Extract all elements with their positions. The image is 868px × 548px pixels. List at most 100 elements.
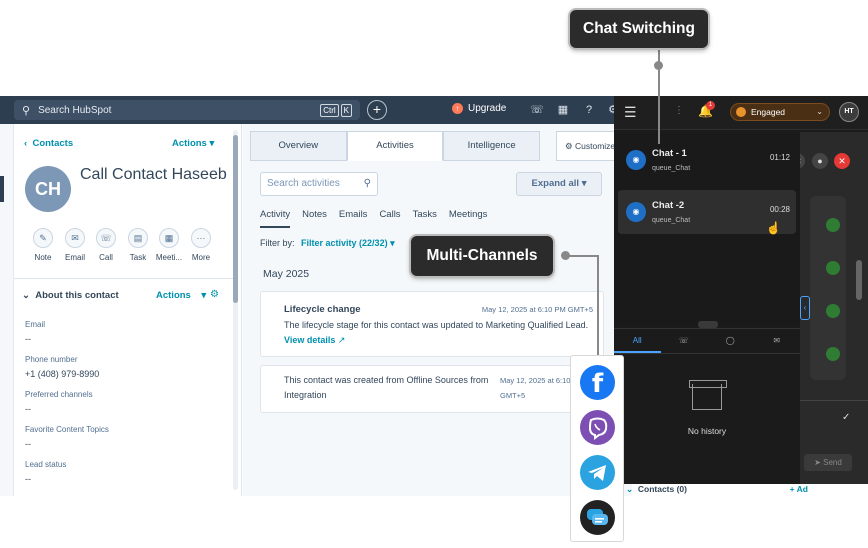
property-label: Lead status [25, 460, 67, 469]
sidebar-scrollbar[interactable] [233, 130, 238, 490]
back-label: Contacts [32, 138, 74, 149]
upgrade-button[interactable]: ↑ Upgrade [452, 103, 506, 114]
call-label: Call [99, 253, 113, 262]
pencil-icon: ✎ [33, 228, 53, 248]
resize-handle[interactable] [698, 321, 718, 328]
email-action[interactable]: ✉ Email [60, 228, 90, 262]
empty-state: No history [614, 380, 800, 436]
property-value[interactable]: -- [25, 334, 31, 344]
divider [14, 278, 233, 279]
card-date-tz: GMT+5 [500, 391, 526, 400]
property-label: Preferred channels [25, 390, 93, 399]
online-indicator-icon [826, 304, 840, 318]
envelope-icon[interactable]: ✉ [754, 329, 801, 353]
send-button[interactable]: ➤ Send [804, 454, 852, 471]
card-date: May 12, 2025 at 6:10 PM GMT+5 [481, 305, 593, 314]
subtab-emails[interactable]: Emails [339, 209, 368, 228]
contacts-section-toggle[interactable]: ⌄ Contacts (0) + Ad [626, 484, 868, 498]
about-actions-menu[interactable]: Actions ▾ [156, 290, 206, 301]
shortcut-key-k: K [340, 103, 352, 117]
phone-icon[interactable]: ☏ [661, 329, 708, 353]
hubspot-search-bar[interactable]: ⚲ Search HubSpot Ctrl K [14, 100, 360, 120]
chat-timer: 01:12 [769, 153, 790, 162]
phone-icon: ☏ [96, 228, 116, 248]
hand-cursor-icon: ☝ [766, 221, 781, 235]
chat-bubbles-icon[interactable] [580, 500, 615, 535]
note-action[interactable]: ✎ Note [28, 228, 58, 262]
agent-status-dropdown[interactable]: Engaged ⌄ [730, 103, 830, 121]
property-value[interactable]: -- [25, 404, 31, 414]
chat-queue: queue_Chat [652, 217, 691, 224]
send-label: Send [823, 458, 842, 467]
view-details-label: View details [284, 334, 336, 345]
calling-icon[interactable]: ☏ [529, 102, 545, 118]
activity-card[interactable]: This contact was created from Offline So… [260, 365, 604, 413]
callout-dot [654, 61, 663, 70]
contact-name: Call Contact Haseeb [80, 166, 227, 183]
facebook-icon[interactable]: f [580, 365, 615, 400]
subtab-tasks[interactable]: Tasks [413, 209, 437, 228]
subtab-meetings[interactable]: Meetings [449, 209, 488, 228]
meeting-action[interactable]: ▦ Meeti... [154, 228, 184, 262]
filter-dropdown[interactable]: Filter activity (22/32) ▾ [301, 238, 395, 248]
participants-icon[interactable]: ● [812, 153, 828, 169]
collapse-panel-icon[interactable]: ‹ [800, 296, 810, 320]
view-details-link[interactable]: View details ↗ [284, 335, 345, 345]
checkmark-icon[interactable]: ✓ [842, 412, 850, 423]
callout-dot [561, 251, 570, 260]
activity-card[interactable]: Lifecycle change May 12, 2025 at 6:10 PM… [260, 291, 604, 357]
callout-connector [597, 255, 599, 356]
tab-intelligence[interactable]: Intelligence [443, 131, 541, 161]
property-value[interactable]: -- [25, 474, 31, 484]
note-label: Note [34, 253, 52, 262]
email-label: Email [64, 253, 85, 262]
card-body-text: The lifecycle stage for this contact was… [284, 320, 589, 330]
viber-icon[interactable] [580, 410, 615, 445]
expand-all-button[interactable]: Expand all ▾ [516, 172, 602, 196]
subtab-notes[interactable]: Notes [302, 209, 327, 228]
about-title: About this contact [35, 290, 119, 301]
empty-box-icon [689, 380, 727, 410]
empty-label: No history [687, 426, 727, 436]
telegram-icon[interactable] [580, 455, 615, 490]
property-value[interactable]: -- [25, 439, 31, 449]
marketplace-icon[interactable]: ▦ [555, 102, 571, 118]
chat-bubble-icon: ◉ [626, 150, 646, 170]
property-value[interactable]: +1 (408) 979-8990 [25, 369, 99, 379]
card-title: Lifecycle change [284, 304, 361, 315]
chat-scrollbar[interactable] [856, 140, 862, 400]
multi-channels-callout: Multi-Channels [411, 236, 553, 276]
tab-all[interactable]: All [614, 329, 661, 353]
tab-activities[interactable]: Activities [346, 131, 444, 161]
about-actions-label: Actions [156, 290, 191, 301]
chat-name: Chat - 1 [652, 148, 687, 159]
gear-icon: ⚙ [565, 141, 575, 151]
contact-actions-menu[interactable]: Actions ▾ [172, 138, 214, 149]
envelope-icon: ✉ [65, 228, 85, 248]
help-icon[interactable]: ? [581, 102, 597, 118]
hamburger-menu-icon[interactable]: ☰ [624, 104, 637, 121]
gear-icon[interactable]: ⚙ [210, 289, 219, 300]
user-avatar[interactable]: HT [839, 102, 859, 122]
subtab-activity[interactable]: Activity [260, 209, 291, 228]
search-activities-input[interactable]: Search activities ⚲ [260, 172, 378, 196]
online-indicator-icon [826, 261, 840, 275]
chat-list-item[interactable]: ◉ Chat - 1 queue_Chat 01:12 [618, 138, 796, 182]
online-indicator-icon [826, 218, 840, 232]
chevron-down-icon: ⌄ [816, 107, 823, 116]
close-icon[interactable]: ✕ [834, 153, 850, 169]
call-action[interactable]: ☏ Call [91, 228, 121, 262]
about-section-toggle[interactable]: ⌄ About this contact [22, 290, 119, 301]
upgrade-label: Upgrade [468, 103, 507, 114]
add-contact-link[interactable]: + Ad [790, 484, 808, 494]
task-action[interactable]: ▤ Task [123, 228, 153, 262]
caret-down-icon: ▾ [193, 290, 207, 301]
subtab-calls[interactable]: Calls [379, 209, 400, 228]
more-action[interactable]: ··· More [186, 228, 216, 262]
back-to-contacts-link[interactable]: ‹ Contacts [24, 138, 73, 149]
left-edge-rail [0, 124, 14, 496]
tab-overview[interactable]: Overview [250, 131, 347, 161]
chat-icon[interactable]: ◯ [707, 329, 754, 353]
create-new-button[interactable]: + [367, 100, 387, 120]
vertical-dots-icon[interactable]: ⋮ [674, 105, 684, 116]
